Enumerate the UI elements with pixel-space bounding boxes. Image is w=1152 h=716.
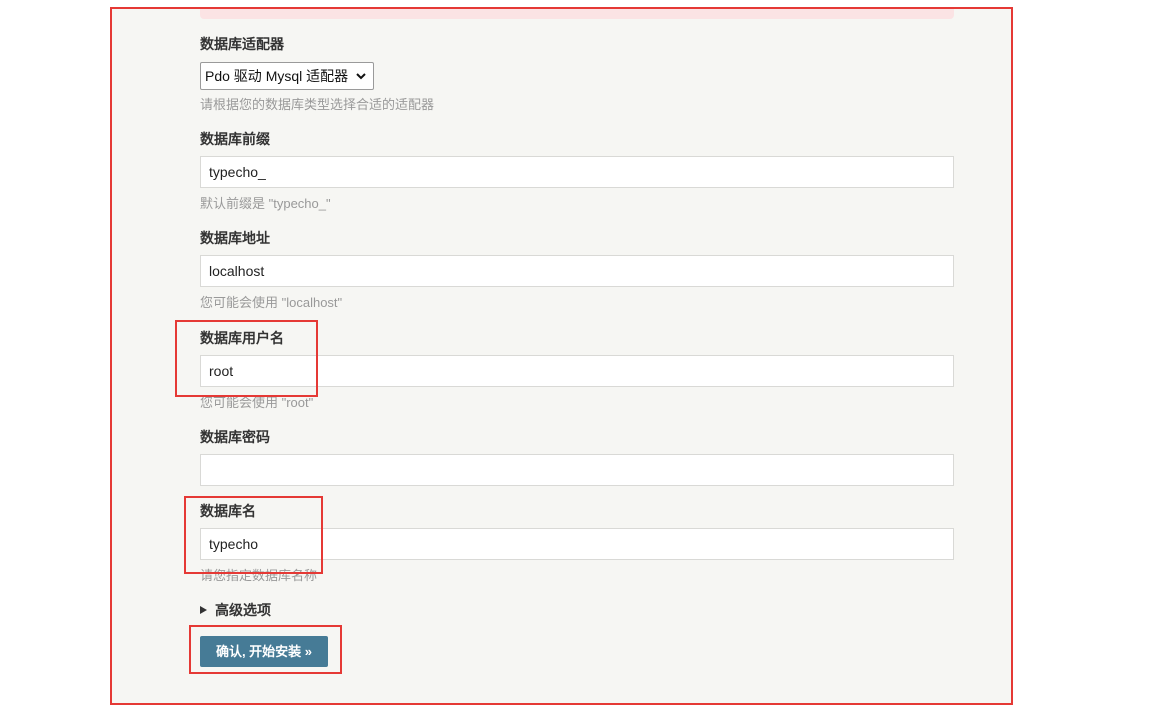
submit-install-button[interactable]: 确认, 开始安装 » [200, 636, 328, 667]
user-hint: 您可能会使用 "root" [200, 395, 314, 410]
user-label: 数据库用户名 [200, 330, 284, 346]
host-label: 数据库地址 [200, 230, 270, 246]
host-hint: 您可能会使用 "localhost" [200, 295, 343, 310]
prefix-input[interactable]: typecho_ [200, 156, 954, 188]
advanced-options-toggle[interactable]: 高级选项 [200, 601, 271, 619]
password-input[interactable] [200, 454, 954, 486]
dbname-label: 数据库名 [200, 503, 256, 519]
user-input[interactable]: root [200, 355, 954, 387]
adapter-select[interactable]: Pdo 驱动 Mysql 适配器 [200, 62, 374, 90]
prefix-label: 数据库前缀 [200, 131, 270, 147]
adapter-label: 数据库适配器 [200, 36, 284, 52]
alert-banner [200, 9, 954, 19]
password-label: 数据库密码 [200, 429, 270, 445]
adapter-hint: 请根据您的数据库类型选择合适的适配器 [200, 97, 435, 112]
dbname-hint: 请您指定数据库名称 [200, 568, 318, 583]
advanced-options-label: 高级选项 [215, 602, 271, 618]
caret-right-icon [200, 606, 207, 614]
chevron-down-icon [356, 73, 366, 80]
prefix-hint: 默认前缀是 "typecho_" [200, 196, 331, 211]
install-form-panel: 数据库适配器 Pdo 驱动 Mysql 适配器 请根据您的数据库类型选择合适的适… [110, 7, 1013, 705]
dbname-input[interactable]: typecho [200, 528, 954, 560]
adapter-select-value: Pdo 驱动 Mysql 适配器 [205, 68, 349, 84]
host-input[interactable]: localhost [200, 255, 954, 287]
